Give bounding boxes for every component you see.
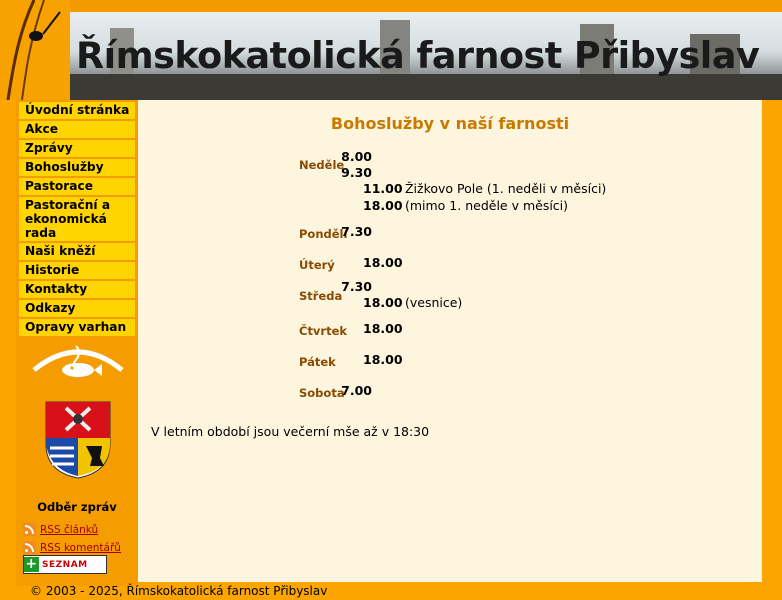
menu-item-council[interactable]: Pastorační a ekonomická rada: [19, 197, 135, 241]
summer-note: V letním období jsou večerní mše až v 18…: [151, 424, 430, 439]
schedule-row: 11.00 Žižkovo Pole (1. neděli v měsíci): [363, 181, 606, 196]
day-friday: Pátek: [299, 355, 336, 369]
page: Římskokatolická farnost Přibyslav Úvodní…: [0, 0, 782, 600]
menu-item-links[interactable]: Odkazy: [19, 300, 135, 317]
site-title: Římskokatolická farnost Přibyslav: [76, 34, 760, 77]
menu-item-council-line2: ekonomická rada: [25, 212, 107, 240]
schedule-row: 18.00: [363, 352, 403, 367]
time-value: 18.00: [363, 321, 403, 336]
feeds-title: Odběr zpráv: [37, 500, 117, 514]
plus-icon: +: [24, 556, 39, 572]
rss-comments-label: RSS komentářů: [40, 541, 121, 554]
main-content: Bohoslužby v naší farnosti Neděle 8.00 9…: [138, 100, 762, 582]
menu-item-council-line1: Pastorační a: [25, 198, 111, 212]
rss-icon: [23, 541, 36, 554]
schedule-row: 7.00: [334, 383, 372, 398]
roofline: [70, 74, 782, 100]
day-thursday: Čtvrtek: [299, 324, 348, 338]
day-tuesday: Úterý: [299, 258, 335, 272]
menu-item-home[interactable]: Úvodní stránka: [19, 102, 135, 119]
schedule-row: 8.00: [334, 149, 372, 164]
rss-articles-link[interactable]: RSS článků: [23, 523, 98, 536]
header-strip: [0, 0, 782, 12]
time-note: (mimo 1. neděle v měsíci): [404, 198, 569, 213]
schedule-row: 7.30: [334, 224, 372, 239]
time-value: 18.00: [363, 295, 403, 310]
time-value: 9.30: [341, 165, 372, 180]
town-crest[interactable]: [44, 400, 112, 480]
time-value: 11.00: [363, 181, 403, 196]
time-note: Žižkovo Pole (1. neděli v měsíci): [404, 181, 607, 196]
add-to-seznam-button[interactable]: + SEZNAM: [23, 555, 107, 574]
time-note: (vesnice): [404, 295, 463, 310]
header-banner: Římskokatolická farnost Přibyslav: [0, 0, 782, 100]
menu-item-priests[interactable]: Naši kněží: [19, 243, 135, 260]
schedule-row: 18.00 (vesnice): [363, 295, 462, 310]
menu-item-events[interactable]: Akce: [19, 121, 135, 138]
main-menu: Úvodní stránka Akce Zprávy Bohoslužby Pa…: [19, 102, 135, 338]
schedule-row: 18.00: [363, 321, 403, 336]
time-value: 8.00: [341, 149, 372, 164]
menu-item-history[interactable]: Historie: [19, 262, 135, 279]
time-value: 18.00: [363, 198, 403, 213]
sidebar: Úvodní stránka Akce Zprávy Bohoslužby Pa…: [16, 100, 138, 586]
time-value: 18.00: [363, 352, 403, 367]
nocturno-logo[interactable]: [28, 332, 128, 384]
time-value: 7.30: [341, 224, 372, 239]
menu-item-news[interactable]: Zprávy: [19, 140, 135, 157]
time-value: 7.30: [341, 279, 372, 294]
rss-comments-link[interactable]: RSS komentářů: [23, 541, 121, 554]
page-title: Bohoslužby v naší farnosti: [330, 114, 570, 133]
schedule-row: 7.30: [334, 279, 372, 294]
rss-icon: [23, 523, 36, 536]
music-note-decoration: [0, 0, 70, 100]
menu-item-contacts[interactable]: Kontakty: [19, 281, 135, 298]
menu-item-services[interactable]: Bohoslužby: [19, 159, 135, 176]
menu-item-pastoral[interactable]: Pastorace: [19, 178, 135, 195]
footer-copyright: © 2003 - 2025, Římskokatolická farnost P…: [30, 584, 328, 598]
schedule-row: 18.00: [363, 255, 403, 270]
schedule-row: 18.00 (mimo 1. neděle v měsíci): [363, 198, 568, 213]
seznam-label: SEZNAM: [42, 559, 88, 570]
time-value: 18.00: [363, 255, 403, 270]
schedule-row: 9.30: [334, 165, 372, 180]
rss-articles-label: RSS článků: [40, 523, 99, 536]
time-value: 7.00: [341, 383, 372, 398]
